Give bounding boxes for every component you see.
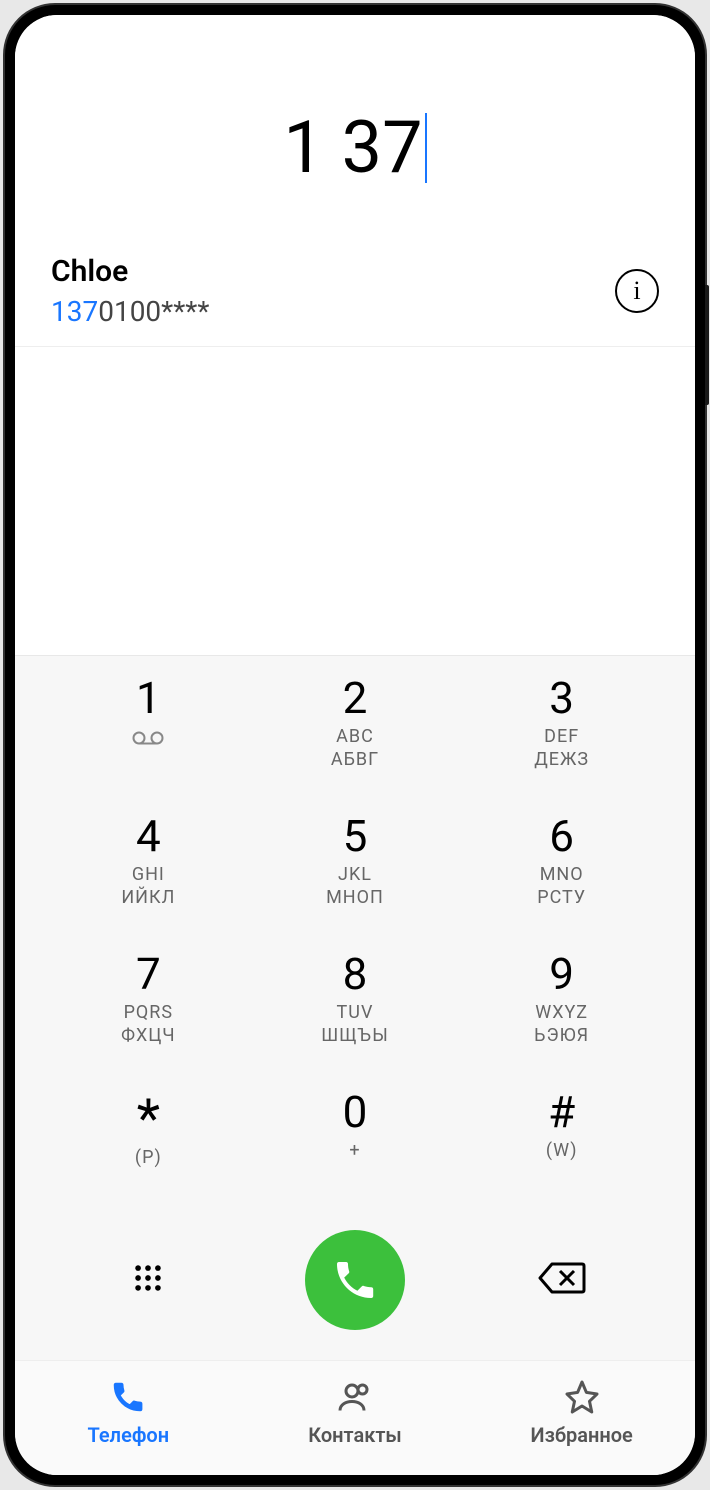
key-5[interactable]: 5 JKL МНОП <box>252 814 459 944</box>
dialed-number-display[interactable]: 1 37 <box>15 75 695 240</box>
contact-number-rest: 0100**** <box>98 295 209 328</box>
dialed-number-text: 1 37 <box>283 105 422 190</box>
backspace-button[interactable] <box>538 1260 586 1300</box>
key-sub1: + <box>349 1140 360 1161</box>
info-icon[interactable]: i <box>615 269 659 313</box>
key-sub1: MNO <box>540 864 584 885</box>
digit-label: 5 <box>343 814 368 858</box>
nav-contacts[interactable]: Контакты <box>242 1379 469 1447</box>
key-sub2: МНОП <box>326 887 384 908</box>
contact-name: Chloe <box>51 254 615 289</box>
digit-label: 2 <box>343 676 368 720</box>
call-button[interactable] <box>305 1230 405 1330</box>
digit-label: 4 <box>136 814 161 858</box>
key-4[interactable]: 4 GHI ИЙКЛ <box>45 814 252 944</box>
digit-label: 0 <box>343 1090 368 1134</box>
key-sub1: DEF <box>544 726 579 747</box>
key-sub1: JKL <box>338 864 372 885</box>
screen: 1 37 Chloe 1370100**** i 1 <box>15 15 695 1475</box>
digit-label: 1 <box>136 676 161 720</box>
nav-favorites[interactable]: Избранное <box>468 1379 695 1447</box>
dialpad-grid-icon[interactable] <box>131 1261 165 1299</box>
text-cursor <box>425 113 427 183</box>
key-hash[interactable]: # (W) <box>458 1090 665 1220</box>
backspace-icon <box>538 1260 586 1296</box>
digit-label: 6 <box>549 814 574 858</box>
contacts-icon <box>337 1379 373 1415</box>
key-3[interactable]: 3 DEF ДЕЖЗ <box>458 676 665 806</box>
key-star[interactable]: * (P) <box>45 1090 252 1220</box>
phone-device-frame: 1 37 Chloe 1370100**** i 1 <box>5 5 705 1485</box>
keypad: 1 2 ABC АБВГ 3 DEF ДЕЖЗ 4 GHI ИЙКЛ <box>15 655 695 1220</box>
nav-label: Телефон <box>88 1423 170 1447</box>
key-sub2: ДЕЖЗ <box>534 749 589 770</box>
key-sub1: (P) <box>135 1147 162 1168</box>
key-1[interactable]: 1 <box>45 676 252 806</box>
bottom-nav: Телефон Контакты Избранное <box>15 1360 695 1475</box>
side-button <box>705 285 709 405</box>
key-sub2: ИЙКЛ <box>121 887 175 908</box>
contact-suggestion-row[interactable]: Chloe 1370100**** i <box>15 240 695 347</box>
key-sub2: АБВГ <box>331 749 379 770</box>
empty-space <box>15 347 695 655</box>
key-7[interactable]: 7 PQRS ФХЦЧ <box>45 952 252 1082</box>
key-2[interactable]: 2 ABC АБВГ <box>252 676 459 806</box>
digit-label: # <box>548 1090 575 1134</box>
key-sub1: WXYZ <box>535 1002 588 1023</box>
action-row <box>15 1220 695 1360</box>
voicemail-icon <box>132 730 164 750</box>
digit-label: 3 <box>549 676 574 720</box>
key-sub2: ШЩЪЫ <box>321 1025 389 1046</box>
key-8[interactable]: 8 TUV ШЩЪЫ <box>252 952 459 1082</box>
dialer-top-section: 1 37 Chloe 1370100**** i <box>15 15 695 347</box>
digit-label: 8 <box>343 952 368 996</box>
digit-label: 7 <box>136 952 161 996</box>
key-sub1: TUV <box>337 1002 374 1023</box>
contact-number: 1370100**** <box>51 295 615 328</box>
nav-phone[interactable]: Телефон <box>15 1379 242 1447</box>
contact-number-match: 137 <box>51 295 98 328</box>
nav-label: Контакты <box>308 1423 402 1447</box>
key-sub2: ЬЭЮЯ <box>534 1025 589 1046</box>
contact-suggestion-info: Chloe 1370100**** <box>51 254 615 328</box>
key-sub1: (W) <box>546 1140 578 1161</box>
key-sub1: GHI <box>132 864 165 885</box>
phone-icon <box>331 1256 379 1304</box>
key-sub2: РСТУ <box>537 887 586 908</box>
key-sub1: ABC <box>336 726 374 747</box>
key-sub2: ФХЦЧ <box>121 1025 175 1046</box>
nav-label: Избранное <box>531 1423 633 1447</box>
digit-label: * <box>137 1098 160 1141</box>
key-6[interactable]: 6 MNO РСТУ <box>458 814 665 944</box>
phone-icon <box>110 1379 146 1415</box>
key-sub1: PQRS <box>124 1002 174 1023</box>
key-0[interactable]: 0 + <box>252 1090 459 1220</box>
digit-label: 9 <box>549 952 574 996</box>
key-9[interactable]: 9 WXYZ ЬЭЮЯ <box>458 952 665 1082</box>
star-icon <box>564 1379 600 1415</box>
